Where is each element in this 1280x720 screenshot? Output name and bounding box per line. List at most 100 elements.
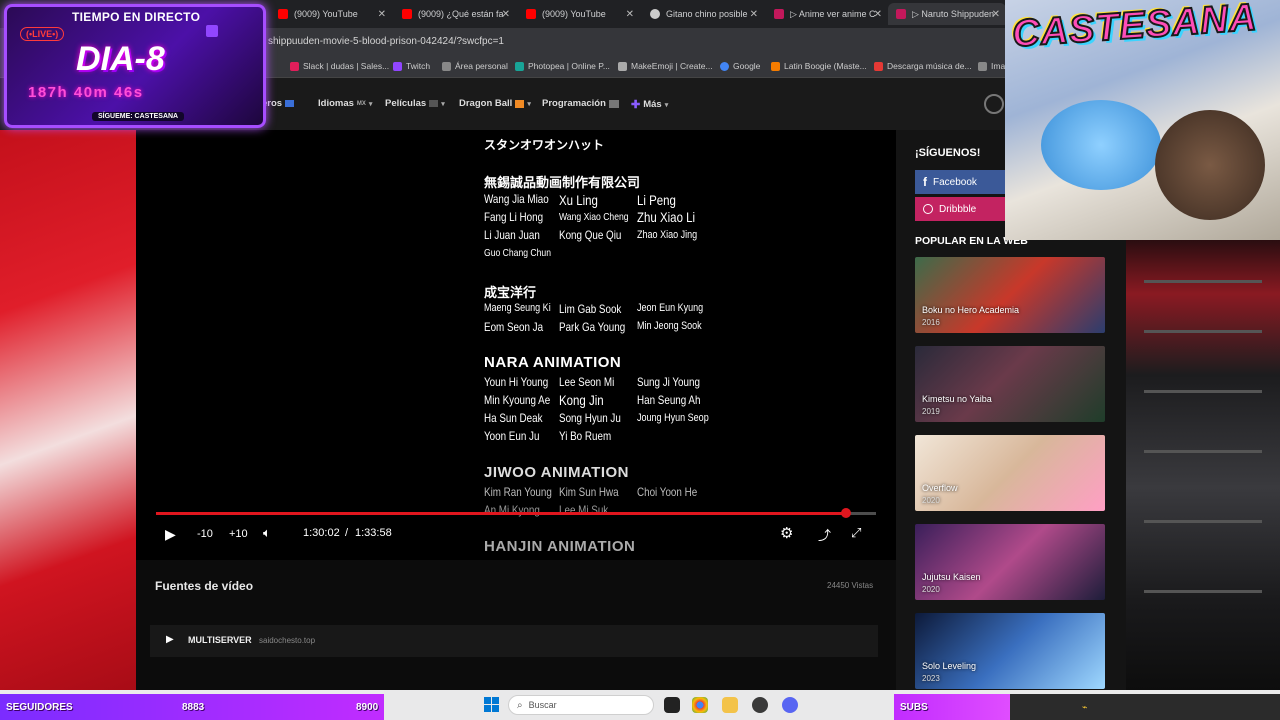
nav-label: Más [643, 99, 662, 110]
video-player[interactable]: スタンオワオンハット 無錫誠品動画制作有限公司 Wang Jia Miao Xu… [136, 130, 896, 560]
slack-icon [290, 61, 299, 71]
popular-card[interactable]: Kimetsu no Yaiba 2019 [915, 346, 1105, 422]
stream-title: TIEMPO EN DIRECTO [72, 10, 201, 24]
subs-label: SUBS [900, 702, 928, 713]
social-label: Dribbble [939, 203, 977, 215]
anime-site-icon [896, 9, 906, 19]
dribbble-button[interactable]: Dribbble [915, 197, 1005, 221]
nav-item[interactable]: eros [262, 98, 295, 109]
stream-uptime: 187h 40m 46s [28, 84, 144, 101]
plus-icon: ✚ [631, 99, 641, 111]
chevron-down-icon: ▾ [664, 101, 669, 109]
credit-name: Lee Seon Mi [559, 375, 615, 389]
fullscreen-icon[interactable]: ⤢ [851, 525, 861, 541]
nav-item-programacion[interactable]: Programación [542, 98, 619, 109]
card-year: 2023 [922, 674, 940, 683]
time-separator: / [345, 527, 349, 539]
facebook-button[interactable]: f Facebook [915, 170, 1005, 194]
popular-card[interactable]: Boku no Hero Academia 2016 [915, 257, 1105, 333]
browser-tab-active[interactable]: ▷ Naruto Shippuden ✕ [888, 3, 1006, 25]
card-title: Overflow [922, 483, 958, 493]
bookmark-makeemoji[interactable]: MakeEmoji | Create... [618, 61, 713, 71]
url-text[interactable]: shippuuden-movie-5-blood-prison-042424/?… [268, 36, 504, 47]
credit-name: Guo Chang Chun [484, 247, 552, 259]
server-name[interactable]: MULTISERVER [188, 635, 252, 645]
credit-name: Wang Xiao Cheng [559, 211, 629, 223]
credit-studio: 成宝洋行 [484, 285, 537, 300]
image-icon [978, 61, 987, 71]
credit-name: Lim Gab Sook [559, 302, 622, 316]
browser-tab[interactable]: (9009) YouTube ✕ [270, 3, 392, 25]
chevron-down-icon: ▾ [527, 100, 531, 108]
nav-item-mas[interactable]: ✚ Más ▾ [631, 98, 668, 111]
social-label: Facebook [933, 176, 977, 188]
tab-label: ▷ Naruto Shippuden [912, 8, 994, 19]
settings-gear-icon[interactable]: ⚙ [780, 524, 793, 542]
card-year: 2020 [922, 585, 940, 594]
views-count: 24450 Vistas [827, 581, 874, 590]
credit-studio: NARA ANIMATION [484, 354, 622, 371]
credit-name: Joung Hyun Seop [637, 412, 709, 424]
credit-name: Maeng Seung Ki [484, 302, 551, 314]
youtube-icon [278, 9, 288, 19]
obs-icon[interactable] [752, 697, 768, 713]
bookmark-descarga[interactable]: Descarga música de... [874, 61, 972, 71]
play-icon[interactable]: ▶ [166, 634, 174, 645]
search-icon[interactable] [984, 94, 1004, 114]
nav-item-dragon-ball[interactable]: Dragon Ball ▾ [459, 98, 531, 109]
page-background-art-right [1126, 240, 1280, 690]
bookmark-photopea[interactable]: Photopea | Online P... [515, 61, 610, 71]
credit-name: Min Kyoung Ae [484, 393, 551, 407]
dribbble-icon [923, 204, 933, 214]
windows-start-icon[interactable] [484, 697, 500, 713]
taskbar-search[interactable]: ⌕ Buscar [508, 695, 654, 715]
followers-count: 8883 [182, 702, 205, 713]
bookmark-latin-boogie[interactable]: Latin Boogie (Maste... [771, 61, 867, 71]
nav-item-idiomas[interactable]: Idiomas MX ▾ [318, 98, 372, 109]
webcam-subject [1155, 110, 1265, 220]
popular-card[interactable]: Solo Leveling 2023 [915, 613, 1105, 689]
credit-name: Yoon Eun Ju [484, 429, 540, 443]
popular-card[interactable]: Jujutsu Kaisen 2020 [915, 524, 1105, 600]
credit-name: Park Ga Young [559, 320, 626, 334]
close-icon[interactable]: ✕ [378, 9, 386, 20]
discord-icon[interactable] [782, 697, 798, 713]
credit-name: Kim Ran Young [484, 485, 552, 499]
popular-card[interactable]: Overflow 2020 [915, 435, 1105, 511]
browser-tab[interactable]: (9009) ¿Qué están fa ✕ [394, 3, 516, 25]
bookmark-slack[interactable]: Slack | dudas | Sales... [290, 61, 389, 71]
credit-name: Fang Li Hong [484, 210, 544, 224]
browser-tab[interactable]: (9009) YouTube ✕ [518, 3, 640, 25]
nav-label: Películas [385, 98, 427, 109]
close-icon[interactable]: ✕ [992, 9, 1000, 20]
file-explorer-icon[interactable] [722, 697, 738, 713]
close-icon[interactable]: ✕ [626, 9, 634, 20]
card-year: 2019 [922, 407, 940, 416]
nav-item-peliculas[interactable]: Películas ▾ [385, 98, 445, 109]
task-view-icon[interactable] [664, 697, 680, 713]
volume-icon[interactable]: 🔈︎ [263, 525, 271, 541]
follow-heading: ¡SÍGUENOS! [915, 147, 981, 159]
bookmark-google[interactable]: Google [720, 61, 760, 71]
browser-tab[interactable]: Gitano chino posible ✕ [642, 3, 764, 25]
bookmark-ima[interactable]: Ima [978, 61, 1005, 71]
credit-studio: HANJIN ANIMATION [484, 538, 636, 555]
credit-name: Kong Que Qiu [559, 228, 622, 242]
bookmark-area-personal[interactable]: Área personal [442, 61, 508, 71]
chrome-icon[interactable] [692, 697, 708, 713]
close-icon[interactable]: ✕ [874, 9, 882, 20]
bookmark-twitch[interactable]: Twitch [393, 61, 430, 71]
credit-studio: JIWOO ANIMATION [484, 464, 629, 481]
follow-me-label: SÍGUEME: CASTESANA [92, 112, 185, 121]
seek-handle[interactable] [840, 508, 851, 518]
credit-line: スタンオワオンハット [484, 138, 605, 152]
chevron-down-icon: ▾ [441, 100, 445, 108]
close-icon[interactable]: ✕ [502, 9, 510, 20]
nav-suffix: MX [356, 100, 366, 107]
play-icon[interactable]: ▶ [165, 526, 176, 543]
rewind-button[interactable]: -10 [197, 528, 213, 540]
close-icon[interactable]: ✕ [750, 9, 758, 20]
share-icon[interactable]: ⤴ [818, 525, 831, 544]
forward-button[interactable]: +10 [229, 528, 248, 540]
browser-tab[interactable]: ▷ Anime ver anime C ✕ [766, 3, 888, 25]
